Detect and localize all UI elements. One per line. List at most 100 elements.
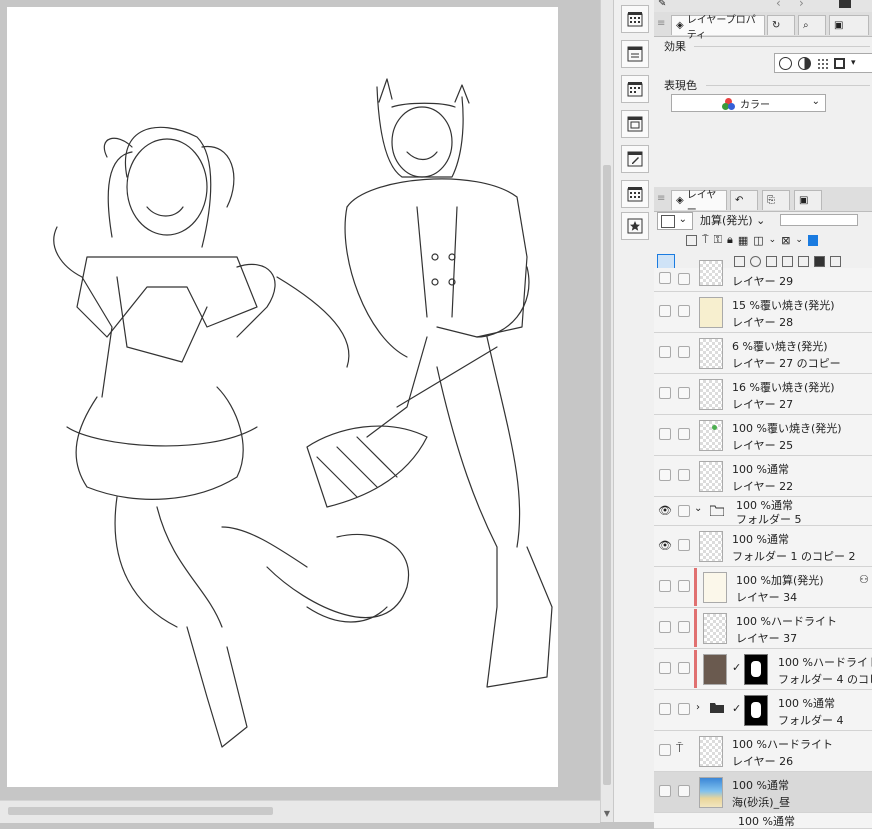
layer-row[interactable]: 15 %覆い焼き(発光) レイヤー 28 <box>654 292 872 333</box>
lock-toggle[interactable] <box>678 539 690 551</box>
calendar-grid-icon[interactable] <box>621 180 649 208</box>
lock-toggle[interactable] <box>678 580 690 592</box>
grip-icon[interactable]: ≡ <box>657 18 665 29</box>
selection-blue-icon[interactable] <box>807 234 818 246</box>
merge-icon[interactable] <box>798 256 809 267</box>
tab-more[interactable]: ▣ <box>829 15 869 35</box>
visibility-toggle[interactable] <box>659 387 671 399</box>
layer-row[interactable]: 100 %加算(発光) レイヤー 34 ⚇ <box>654 567 872 608</box>
lock-toggle[interactable] <box>678 305 690 317</box>
tab-navigator[interactable]: ↻ <box>767 15 795 35</box>
layer-row[interactable]: ✓ 100 %ハードライト フォルダー 4 のコピー <box>654 649 872 690</box>
layer-row-selected[interactable]: 100 %通常 海(砂浜)_昼 <box>654 772 872 813</box>
visibility-toggle[interactable] <box>659 305 671 317</box>
layer-row[interactable]: 100 %覆い焼き(発光) レイヤー 25 <box>654 415 872 456</box>
new-raster-layer-icon[interactable] <box>734 256 745 267</box>
chevron-down-icon[interactable]: ⌄ <box>694 503 702 514</box>
opacity-slider[interactable] <box>780 214 858 226</box>
calendar-grid-icon[interactable] <box>621 5 649 33</box>
lock-toggle[interactable] <box>678 469 690 481</box>
layer-row[interactable]: 100 %通常 レイヤー 22 <box>654 456 872 497</box>
lock-toggle[interactable] <box>678 387 690 399</box>
back-icon[interactable]: ‹ <box>776 0 781 10</box>
lock-toggle[interactable] <box>678 346 690 358</box>
forward-icon[interactable]: › <box>799 0 804 10</box>
tab-auto-action[interactable]: ⎘ <box>762 190 790 210</box>
expression-color-select[interactable]: カラー ⌄ <box>671 94 826 112</box>
reference-layer-icon[interactable]: ⍑ <box>676 741 683 756</box>
mask-icon[interactable]: ◫ <box>753 234 763 247</box>
visibility-toggle[interactable] <box>659 469 671 481</box>
reference-icon[interactable]: ⍑ <box>702 233 709 247</box>
drawing-canvas[interactable] <box>7 7 558 787</box>
clip-icon[interactable] <box>686 234 697 246</box>
canvas-vertical-scrollbar[interactable]: ▼ <box>600 0 613 822</box>
canvas-horizontal-scrollbar[interactable] <box>0 800 600 823</box>
pen-icon[interactable]: ✎ <box>658 0 666 9</box>
layer-row[interactable]: ⍑ 100 %ハードライト レイヤー 26 <box>654 731 872 772</box>
calendar-grid-icon[interactable] <box>621 75 649 103</box>
tab-layer[interactable]: ◈ レイヤー <box>671 190 727 216</box>
layer-row[interactable]: 👁︎ 100 %通常 フォルダー 1 のコピー 2 <box>654 526 872 567</box>
visibility-toggle[interactable] <box>659 703 671 715</box>
new-vector-layer-icon[interactable] <box>750 256 761 267</box>
lock-transparent-icon[interactable]: ⚿ <box>714 233 722 247</box>
eye-icon[interactable]: 👁︎ <box>658 539 672 552</box>
scroll-down-arrow-icon[interactable]: ▼ <box>601 809 613 818</box>
edit-note-icon[interactable] <box>621 145 649 173</box>
tab-search[interactable]: ⌕ <box>798 15 826 35</box>
lock-toggle[interactable] <box>678 703 690 715</box>
chevron-right-icon[interactable]: › <box>696 702 700 713</box>
layer-row[interactable]: レイヤー 29 <box>654 260 872 292</box>
visibility-toggle[interactable] <box>659 621 671 633</box>
mask-layer-icon[interactable] <box>814 256 825 267</box>
eye-icon[interactable]: 👁︎ <box>658 504 672 517</box>
lock-toggle[interactable] <box>678 662 690 674</box>
chevron-down-icon[interactable]: ⌄ <box>769 235 777 245</box>
transfer-down-icon[interactable] <box>782 256 793 267</box>
visibility-toggle[interactable] <box>659 580 671 592</box>
layer-list-icon[interactable] <box>621 40 649 68</box>
checker-icon[interactable]: ▦ <box>738 234 748 247</box>
lock-toggle[interactable] <box>678 505 690 517</box>
folder-icon[interactable] <box>839 0 851 8</box>
star-icon[interactable] <box>621 212 649 240</box>
border-effect-icon[interactable] <box>779 56 792 70</box>
ruler-icon[interactable]: ⊠ <box>781 234 790 247</box>
layer-row[interactable]: 16 %覆い焼き(発光) レイヤー 27 <box>654 374 872 415</box>
lock-toggle[interactable] <box>678 428 690 440</box>
layer-name: フォルダー 5 <box>736 513 802 526</box>
layer-row[interactable]: 100 %ハードライト レイヤー 37 <box>654 608 872 649</box>
delete-icon[interactable] <box>830 256 841 267</box>
visibility-toggle[interactable] <box>659 662 671 674</box>
chevron-down-icon[interactable]: ⌄ <box>795 235 803 245</box>
layer-row[interactable]: 100 %通常 <box>654 813 872 829</box>
visibility-toggle[interactable] <box>659 346 671 358</box>
grip-icon[interactable]: ≡ <box>657 193 665 204</box>
lock-toggle[interactable] <box>678 621 690 633</box>
tab-history[interactable]: ↶ <box>730 190 758 210</box>
layer-row[interactable]: › ✓ 100 %通常 フォルダー 4 <box>654 690 872 731</box>
lock-toggle[interactable] <box>678 785 690 797</box>
tab-layer-properties[interactable]: ◈ レイヤープロパティ <box>671 15 765 41</box>
visibility-toggle[interactable] <box>659 428 671 440</box>
lock-toggle[interactable] <box>678 273 690 285</box>
visibility-toggle[interactable] <box>659 744 671 756</box>
layer-row[interactable]: 6 %覆い焼き(発光) レイヤー 27 のコピー <box>654 333 872 374</box>
lock-icon[interactable]: 🔒︎ <box>727 233 733 247</box>
scroll-thumb[interactable] <box>603 165 611 785</box>
visibility-toggle[interactable] <box>659 785 671 797</box>
scroll-thumb[interactable] <box>8 807 273 815</box>
new-folder-icon[interactable] <box>766 256 777 267</box>
frame-icon[interactable] <box>621 110 649 138</box>
layer-color-select[interactable]: ⌄ <box>657 212 693 230</box>
tone-effect-icon[interactable] <box>798 56 811 70</box>
visibility-toggle[interactable] <box>659 272 671 284</box>
canvas-area[interactable] <box>0 0 600 800</box>
layer-row[interactable]: 👁︎ ⌄ 100 %通常 フォルダー 5 <box>654 497 872 526</box>
tab-material[interactable]: ▣ <box>794 190 822 210</box>
halftone-effect-icon[interactable] <box>817 57 828 69</box>
layer-color-icon[interactable] <box>834 57 845 69</box>
blend-mode-select[interactable]: 加算(発光) ⌄ <box>700 212 765 228</box>
dropdown-caret-icon[interactable]: ▾ <box>851 58 856 68</box>
